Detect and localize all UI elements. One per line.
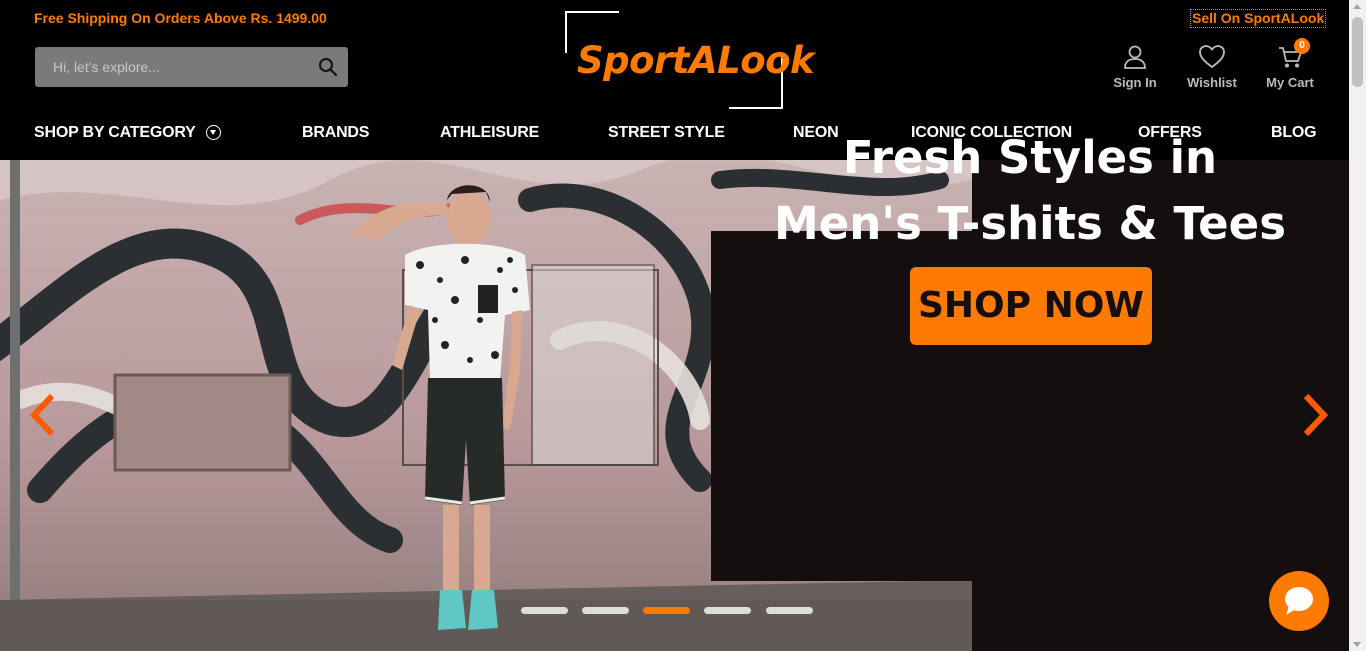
sign-in-button[interactable]: Sign In [1095, 44, 1175, 90]
nav-street-style[interactable]: STREET STYLE [608, 124, 725, 142]
chat-icon [1285, 587, 1313, 615]
wishlist-button[interactable]: Wishlist [1172, 44, 1252, 90]
hero-headline-line1: Fresh Styles in [842, 131, 1218, 184]
heart-icon [1199, 45, 1225, 69]
chevron-down-icon [205, 125, 221, 140]
carousel-dot-4[interactable] [704, 607, 751, 614]
carousel-dot-3-active[interactable] [643, 607, 690, 614]
nav-athleisure[interactable]: ATHLEISURE [440, 124, 539, 142]
cart-button[interactable]: 0 My Cart [1250, 38, 1330, 90]
sell-on-link[interactable]: Sell On SportALook [1190, 9, 1327, 28]
hero-headline-line2: Men's T-shits & Tees [774, 197, 1286, 250]
nav-shop-by-category[interactable]: SHOP BY CATEGORY [34, 124, 221, 142]
cart-label: My Cart [1266, 75, 1314, 90]
scrollbar-thumb[interactable] [1352, 17, 1363, 87]
search-input[interactable] [35, 47, 305, 87]
carousel-dot-5[interactable] [766, 607, 813, 614]
free-shipping-banner: Free Shipping On Orders Above Rs. 1499.0… [34, 10, 327, 26]
chevron-right-icon[interactable] [1300, 392, 1330, 438]
search-box [35, 47, 348, 87]
nav-brands[interactable]: BRANDS [302, 124, 369, 142]
scroll-down-arrow[interactable] [1353, 642, 1361, 647]
cart-count-badge: 0 [1294, 38, 1310, 54]
hero-headline: Fresh Styles in Men's T-shits & Tees [711, 125, 1349, 257]
wishlist-label: Wishlist [1187, 75, 1237, 90]
carousel-dot-1[interactable] [521, 607, 568, 614]
user-icon [1124, 45, 1146, 69]
page-scrollbar[interactable] [1349, 0, 1366, 651]
scroll-up-arrow[interactable] [1353, 4, 1361, 9]
search-icon[interactable] [318, 57, 338, 77]
site-logo[interactable]: SportALook [565, 11, 815, 109]
logo-text: SportALook [577, 39, 815, 82]
chat-widget-button[interactable] [1269, 571, 1329, 631]
shop-now-button[interactable]: SHOP NOW [910, 267, 1152, 345]
nav-label: SHOP BY CATEGORY [34, 124, 196, 141]
sign-in-label: Sign In [1113, 75, 1157, 90]
carousel-dot-2[interactable] [582, 607, 629, 614]
chevron-left-icon[interactable] [28, 392, 58, 438]
